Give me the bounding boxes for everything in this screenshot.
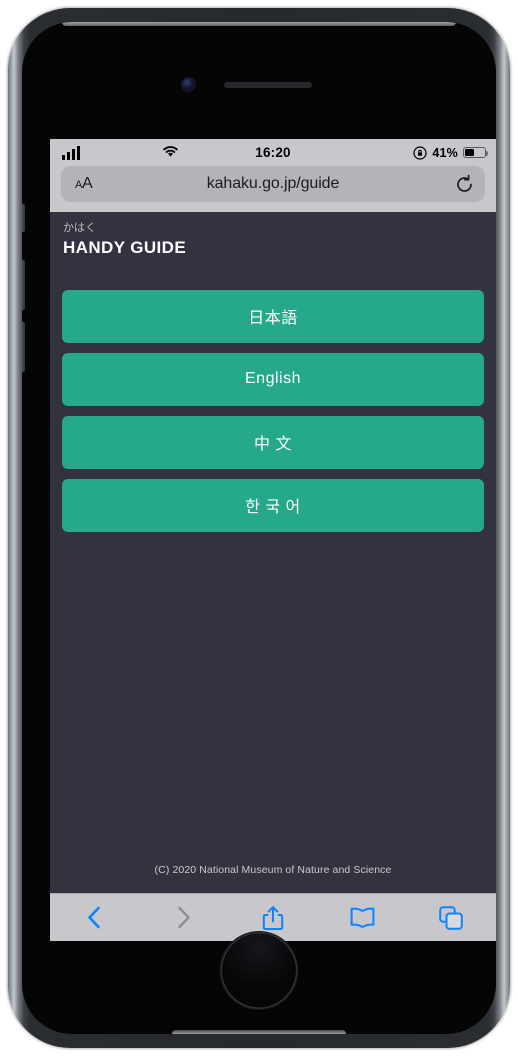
browser-url-bar: A A kahaku.go.jp/guide (50, 166, 496, 212)
site-header: かはく HANDY GUIDE (50, 212, 496, 260)
back-button[interactable] (50, 894, 139, 941)
book-icon (350, 907, 375, 928)
chevron-left-icon (88, 906, 100, 929)
sensor-row (22, 74, 496, 96)
text-size-button[interactable]: A A (71, 173, 96, 195)
volume-up-button[interactable] (22, 260, 25, 310)
forward-button (139, 894, 228, 941)
url-text: kahaku.go.jp/guide (206, 175, 340, 192)
tabs-button[interactable] (407, 894, 496, 941)
language-button-chinese[interactable]: 中 文 (62, 415, 484, 469)
chevron-right-icon (178, 906, 190, 929)
phone-bezel: 16:20 41% A A kahaku.go.jp/guide かはく HAN… (22, 22, 496, 1034)
url-field[interactable]: A A kahaku.go.jp/guide (61, 166, 485, 202)
reload-button[interactable] (454, 174, 475, 195)
site-subtitle: かはく (63, 222, 97, 234)
language-button-korean[interactable]: 한 국 어 (62, 478, 484, 532)
battery-percent-label: 41% (432, 145, 458, 160)
rotation-lock-icon (413, 145, 427, 160)
language-selection-list: 日本語 English 中 文 한 국 어 (50, 289, 496, 532)
language-button-english[interactable]: English (62, 352, 484, 406)
share-icon (262, 905, 284, 930)
battery-icon (463, 146, 489, 159)
earpiece-speaker-icon (224, 82, 312, 88)
web-page-content: かはく HANDY GUIDE 日本語 English 中 文 한 국 어 (C… (50, 212, 496, 893)
front-camera-icon (182, 78, 195, 91)
status-bar-right: 41% (413, 145, 489, 160)
mute-switch[interactable] (22, 204, 25, 232)
phone-device-frame: 16:20 41% A A kahaku.go.jp/guide かはく HAN… (8, 8, 510, 1048)
copyright-notice: (C) 2020 National Museum of Nature and S… (154, 864, 392, 876)
status-bar: 16:20 41% (50, 139, 496, 166)
phone-screen: 16:20 41% A A kahaku.go.jp/guide かはく HAN… (50, 139, 496, 941)
language-button-japanese[interactable]: 日本語 (62, 289, 484, 343)
volume-down-button[interactable] (22, 322, 25, 372)
text-size-large-a: A (82, 175, 93, 192)
home-button[interactable] (220, 932, 298, 1009)
tabs-icon (439, 905, 464, 930)
frame-bottom-rim (172, 1030, 346, 1034)
text-size-small-a: A (75, 179, 83, 191)
site-title: HANDY GUIDE (63, 237, 187, 257)
frame-top-rim (62, 22, 456, 26)
bookmarks-button[interactable] (318, 894, 407, 941)
reload-icon (457, 174, 472, 192)
